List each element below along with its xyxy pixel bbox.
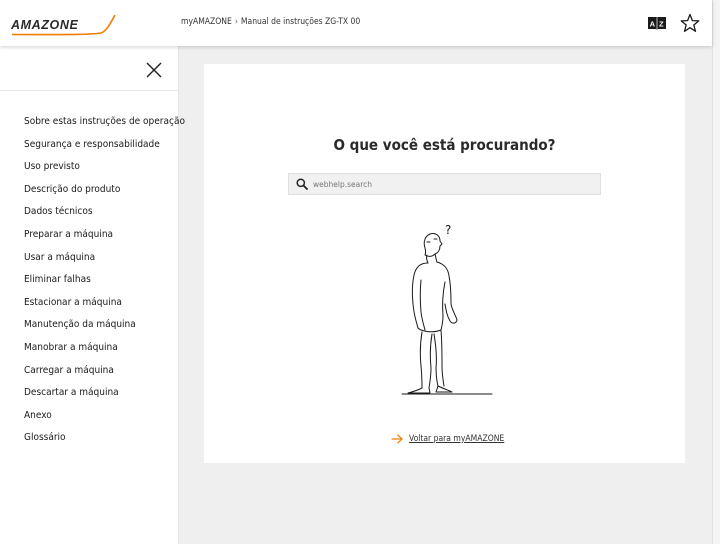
sidebar-item-preparar[interactable]: Preparar a máquina xyxy=(24,224,185,247)
breadcrumb-separator: › xyxy=(234,17,238,27)
sidebar-divider xyxy=(0,90,179,91)
search-card: O que você está procurando? ? Voltar par… xyxy=(204,64,685,463)
sidebar-item-estacionar[interactable]: Estacionar a máquina xyxy=(24,292,185,315)
page-scrollbar[interactable] xyxy=(712,0,720,544)
sidebar-item-eliminar-falhas[interactable]: Eliminar falhas xyxy=(24,269,185,292)
back-link-label: Voltar para myAMAZONE xyxy=(409,434,505,444)
language-book-icon[interactable]: A Z xyxy=(647,13,667,33)
close-icon[interactable] xyxy=(145,61,163,79)
top-header: AMAZONE myAMAZONE › Manual de instruções Z… xyxy=(0,0,712,46)
breadcrumb-home-link[interactable]: myAMAZONE xyxy=(181,17,232,27)
thinking-person-illustration: ? xyxy=(401,223,493,395)
svg-text:?: ? xyxy=(445,223,451,237)
breadcrumb-current: Manual de instruções ZG-TX 00 xyxy=(240,17,361,27)
sidebar-item-carregar[interactable]: Carregar a máquina xyxy=(24,360,185,383)
sidebar-item-dados-tecnicos[interactable]: Dados técnicos xyxy=(24,201,185,224)
sidebar-item-glossario[interactable]: Glossário xyxy=(24,427,185,450)
svg-text:A: A xyxy=(650,20,656,29)
page-title: O que você está procurando? xyxy=(333,136,556,154)
sidebar-item-seguranca[interactable]: Segurança e responsabilidade xyxy=(24,134,185,157)
sidebar-item-uso-previsto[interactable]: Uso previsto xyxy=(24,156,185,179)
breadcrumb: myAMAZONE › Manual de instruções ZG-TX 00 xyxy=(181,17,360,27)
star-icon[interactable] xyxy=(680,13,700,33)
search-icon xyxy=(296,178,308,190)
sidebar-item-descricao[interactable]: Descrição do produto xyxy=(24,179,185,202)
logo-swoosh-icon xyxy=(11,14,116,36)
back-to-myamazone-link[interactable]: Voltar para myAMAZONE xyxy=(391,432,504,446)
amazone-logo[interactable]: AMAZONE xyxy=(11,12,117,38)
sidebar-item-usar[interactable]: Usar a máquina xyxy=(24,247,185,270)
sidebar: Sobre estas instruções de operação Segur… xyxy=(0,46,185,544)
search-input[interactable] xyxy=(313,174,597,194)
sidebar-item-manutencao[interactable]: Manutenção da máquina xyxy=(24,314,185,337)
search-box[interactable] xyxy=(288,173,601,195)
sidebar-item-sobre[interactable]: Sobre estas instruções de operação xyxy=(24,111,185,134)
sidebar-item-manobrar[interactable]: Manobrar a máquina xyxy=(24,337,185,360)
sidebar-item-descartar[interactable]: Descartar a máquina xyxy=(24,382,185,405)
sidebar-item-anexo[interactable]: Anexo xyxy=(24,405,185,428)
arrow-right-icon xyxy=(391,434,403,444)
sidebar-nav: Sobre estas instruções de operação Segur… xyxy=(24,111,185,450)
svg-text:Z: Z xyxy=(659,20,664,29)
